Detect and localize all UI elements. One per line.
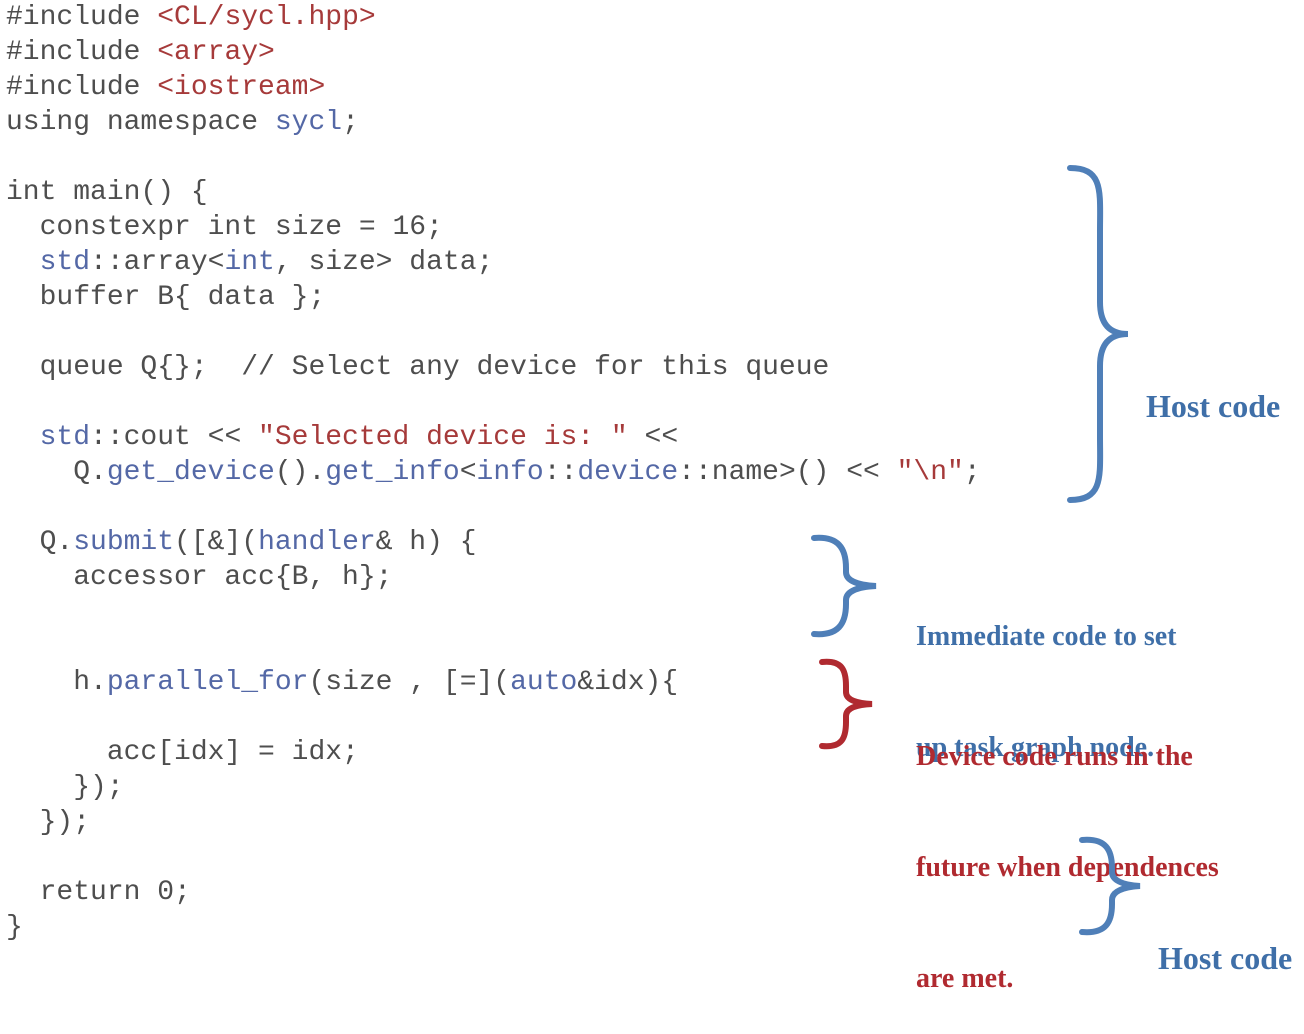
code-token: accessor acc{B, h}; <box>6 562 393 593</box>
code-token: get_device <box>106 457 275 488</box>
code-token: "\n" <box>896 457 964 488</box>
host-code-top-label: Host code <box>1146 314 1280 462</box>
code-line: #include <array> <box>6 35 981 70</box>
code-token: buffer B{ data }; <box>6 282 326 313</box>
code-token: }); <box>6 807 91 838</box>
code-token: sycl <box>274 107 343 138</box>
code-token: :: <box>543 457 578 488</box>
code-token: & h) { <box>375 527 477 558</box>
code-token: ::name>() << <box>678 457 897 488</box>
code-line: }); <box>6 770 981 805</box>
code-token: , size> data; <box>274 247 494 278</box>
code-token: &idx){ <box>577 667 679 698</box>
code-token: #include <box>6 2 158 33</box>
code-token: ; <box>963 457 981 488</box>
code-line: std::cout << "Selected device is: " << <box>6 420 981 455</box>
host-code-top-brace <box>1067 165 1129 503</box>
code-line: std::array<int, size> data; <box>6 245 981 280</box>
code-token: <iostream> <box>157 72 326 103</box>
code-token: (size , [=]( <box>308 667 511 698</box>
code-line: } <box>6 910 981 945</box>
host-code-bottom-brace <box>1079 836 1141 936</box>
annotation-line: Host code <box>1146 388 1281 424</box>
code-token: std <box>6 247 91 278</box>
code-line: constexpr int size = 16; <box>6 210 981 245</box>
code-line: #include <CL/sycl.hpp> <box>6 0 981 35</box>
code-token: ::cout << <box>90 422 259 453</box>
code-token: #include <box>6 72 158 103</box>
annotation-line: Device code runs in the <box>916 741 1193 772</box>
code-token: ([&]( <box>174 527 259 558</box>
code-token: <CL/sycl.hpp> <box>157 2 376 33</box>
code-token: "Selected device is: " <box>258 422 628 453</box>
annotation-line: Immediate code to set <box>916 621 1177 652</box>
code-token: ; <box>342 107 359 138</box>
code-line: Q.get_device().get_info<info::device::na… <box>6 455 981 490</box>
code-token: parallel_for <box>106 667 309 698</box>
code-line: int main() { <box>6 175 981 210</box>
device-code-brace <box>819 658 873 750</box>
code-line: #include <iostream> <box>6 70 981 105</box>
code-line: using namespace sycl; <box>6 105 981 140</box>
code-token: acc[idx] = idx; <box>6 737 359 768</box>
code-token: Q. <box>6 527 74 558</box>
code-token: < <box>459 457 477 488</box>
code-token: handler <box>258 527 376 558</box>
host-code-bottom-label: Host code <box>1158 866 1292 1014</box>
code-token: int <box>224 247 275 278</box>
code-token: int main() { <box>6 177 208 208</box>
code-line: return 0; <box>6 875 981 910</box>
code-token: ::array< <box>90 247 225 278</box>
code-token: queue Q{}; // Select any device for this… <box>6 352 830 383</box>
code-token: auto <box>510 667 578 698</box>
code-token: }); <box>6 772 124 803</box>
code-token: h. <box>6 667 107 698</box>
code-token: } <box>6 912 23 943</box>
code-token: constexpr int size = 16; <box>6 212 443 243</box>
code-token: using namespace <box>6 107 275 138</box>
code-listing: #include <CL/sycl.hpp> #include <array> #i… <box>6 0 981 945</box>
code-token: (). <box>274 457 326 488</box>
code-line: }); <box>6 805 981 840</box>
immediate-code-brace <box>811 534 877 638</box>
code-token: <array> <box>157 37 275 68</box>
code-line: buffer B{ data }; <box>6 280 981 315</box>
code-token: #include <box>6 37 158 68</box>
code-token: Q. <box>6 457 107 488</box>
code-token: submit <box>73 527 175 558</box>
code-token: device <box>577 457 679 488</box>
code-token: std <box>6 422 91 453</box>
code-token: return 0; <box>6 877 191 908</box>
code-token: << <box>627 422 679 453</box>
code-line: queue Q{}; // Select any device for this… <box>6 350 981 385</box>
code-token: info <box>476 457 544 488</box>
code-token: get_info <box>325 457 460 488</box>
